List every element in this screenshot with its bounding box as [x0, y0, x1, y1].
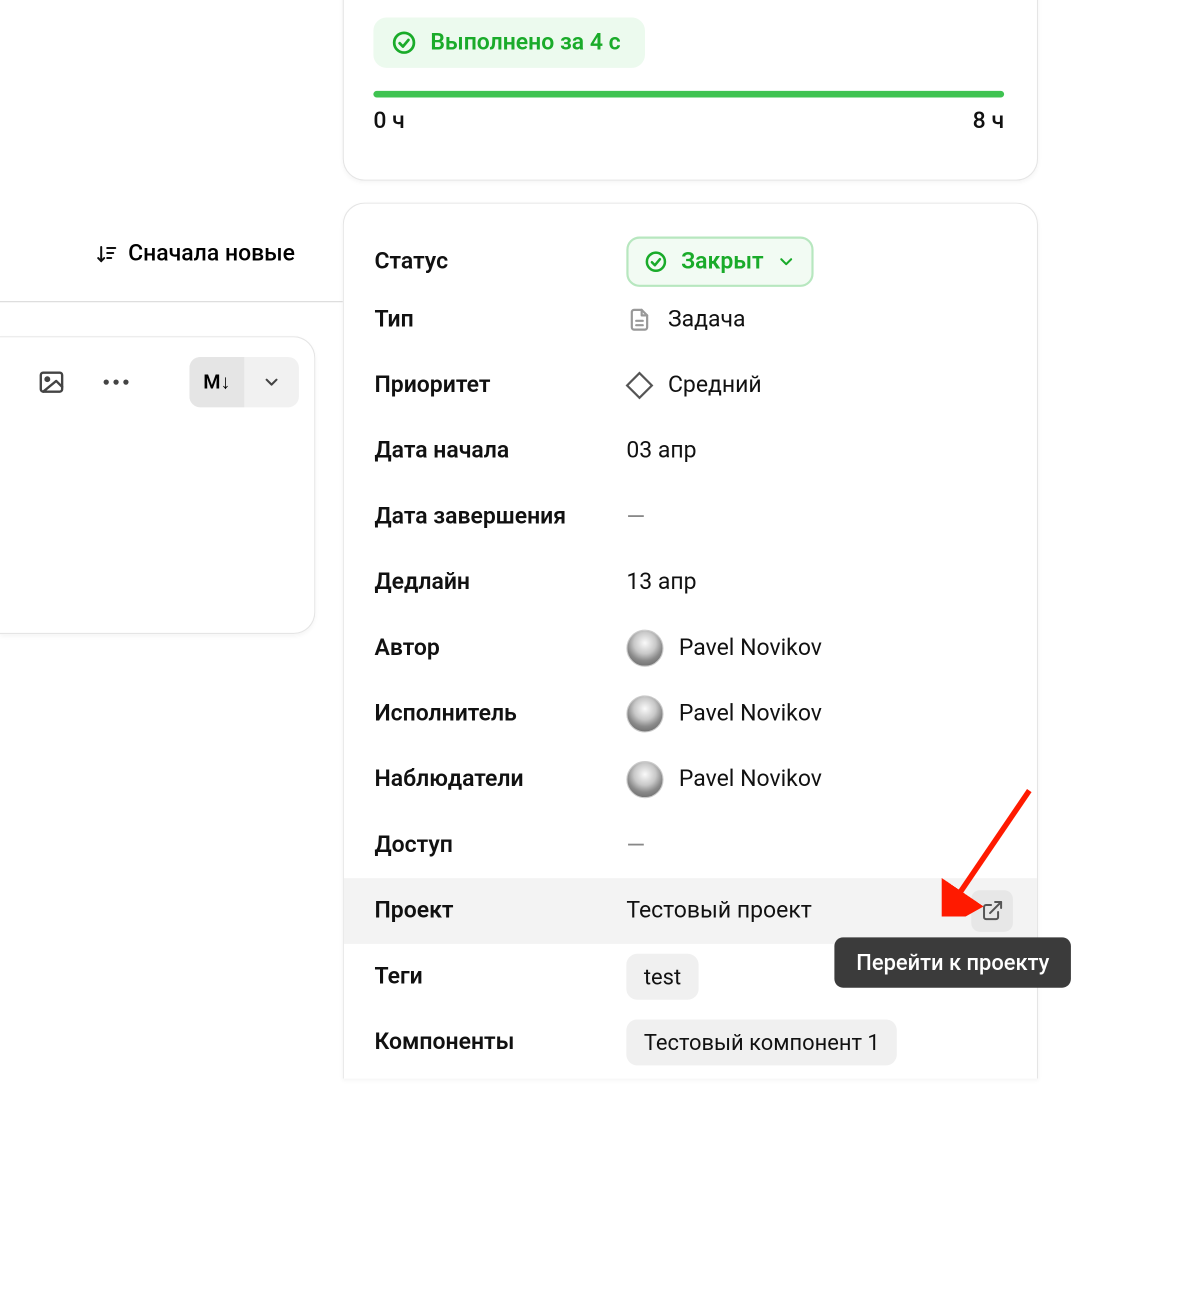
progress-chip: Выполнено за 4 с: [373, 18, 644, 68]
project-value: Тестовый проект: [626, 898, 811, 924]
start-date-value: 03 апр: [626, 438, 696, 464]
author-value: Pavel Novikov: [679, 635, 822, 661]
watchers-value: Pavel Novikov: [679, 767, 822, 793]
row-project[interactable]: Проект Тестовый проект: [344, 878, 1037, 944]
priority-value: Средний: [668, 372, 762, 398]
status-value: Закрыт: [681, 249, 764, 275]
check-circle-icon: [391, 30, 417, 56]
row-author: Автор Pavel Novikov: [344, 615, 1037, 681]
row-type: Тип Задача: [344, 287, 1037, 353]
row-watchers: Наблюдатели Pavel Novikov: [344, 747, 1037, 813]
chevron-down-icon[interactable]: [244, 357, 299, 407]
avatar: [626, 695, 663, 732]
row-assignee: Исполнитель Pavel Novikov: [344, 681, 1037, 747]
left-column: Сначала новые M↓: [0, 0, 343, 1311]
label-components: Компоненты: [374, 1029, 626, 1055]
row-deadline: Дедлайн 13 апр: [344, 550, 1037, 616]
sort-control[interactable]: Сначала новые: [93, 241, 295, 267]
label-assignee: Исполнитель: [374, 701, 626, 727]
markdown-mode-button[interactable]: M↓: [189, 357, 244, 407]
project-tooltip: Перейти к проекту: [834, 937, 1071, 987]
component-chip[interactable]: Тестовый компонент 1: [626, 1019, 897, 1065]
access-value: —: [626, 832, 645, 859]
document-icon: [626, 307, 652, 333]
row-priority: Приоритет Средний: [344, 353, 1037, 419]
divider: [0, 301, 343, 302]
row-status: Статус Закрыт: [344, 204, 1037, 287]
row-access: Доступ —: [344, 812, 1037, 878]
type-value: Задача: [668, 307, 746, 333]
diamond-icon: [626, 372, 654, 400]
label-access: Доступ: [374, 832, 626, 858]
external-link-icon: [980, 899, 1004, 923]
assignee-value: Pavel Novikov: [679, 701, 822, 727]
chevron-down-icon: [777, 252, 797, 272]
image-icon[interactable]: [33, 364, 70, 401]
progress-card: Выполнено за 4 с 0 ч 8 ч: [343, 0, 1038, 181]
comment-toolbar-card: M↓: [0, 336, 315, 634]
sort-desc-icon: [93, 241, 119, 267]
label-watchers: Наблюдатели: [374, 767, 626, 793]
label-type: Тип: [374, 307, 626, 333]
status-chip-closed[interactable]: Закрыт: [626, 237, 814, 287]
label-priority: Приоритет: [374, 372, 626, 398]
row-start-date: Дата начала 03 апр: [344, 418, 1037, 484]
markdown-toggle[interactable]: M↓: [189, 357, 299, 407]
tag-chip[interactable]: test: [626, 954, 698, 1000]
check-circle-icon: [644, 250, 668, 274]
label-status: Статус: [374, 249, 626, 275]
label-end-date: Дата завершения: [374, 504, 626, 530]
avatar: [626, 630, 663, 667]
label-deadline: Дедлайн: [374, 569, 626, 595]
sort-label: Сначала новые: [128, 241, 295, 267]
row-components: Компоненты Тестовый компонент 1: [344, 1010, 1037, 1076]
more-icon[interactable]: [97, 364, 134, 401]
progress-end: 8 ч: [973, 108, 1004, 134]
avatar: [626, 761, 663, 798]
deadline-value: 13 апр: [626, 569, 696, 595]
progress-start: 0 ч: [373, 108, 404, 134]
label-tags: Теги: [374, 964, 626, 990]
end-date-value: —: [626, 503, 645, 530]
progress-bar: [373, 91, 1004, 98]
row-end-date: Дата завершения —: [344, 484, 1037, 550]
label-project: Проект: [374, 898, 626, 924]
label-author: Автор: [374, 635, 626, 661]
open-project-button[interactable]: [971, 890, 1013, 932]
label-start-date: Дата начала: [374, 438, 626, 464]
progress-chip-label: Выполнено за 4 с: [430, 30, 620, 56]
